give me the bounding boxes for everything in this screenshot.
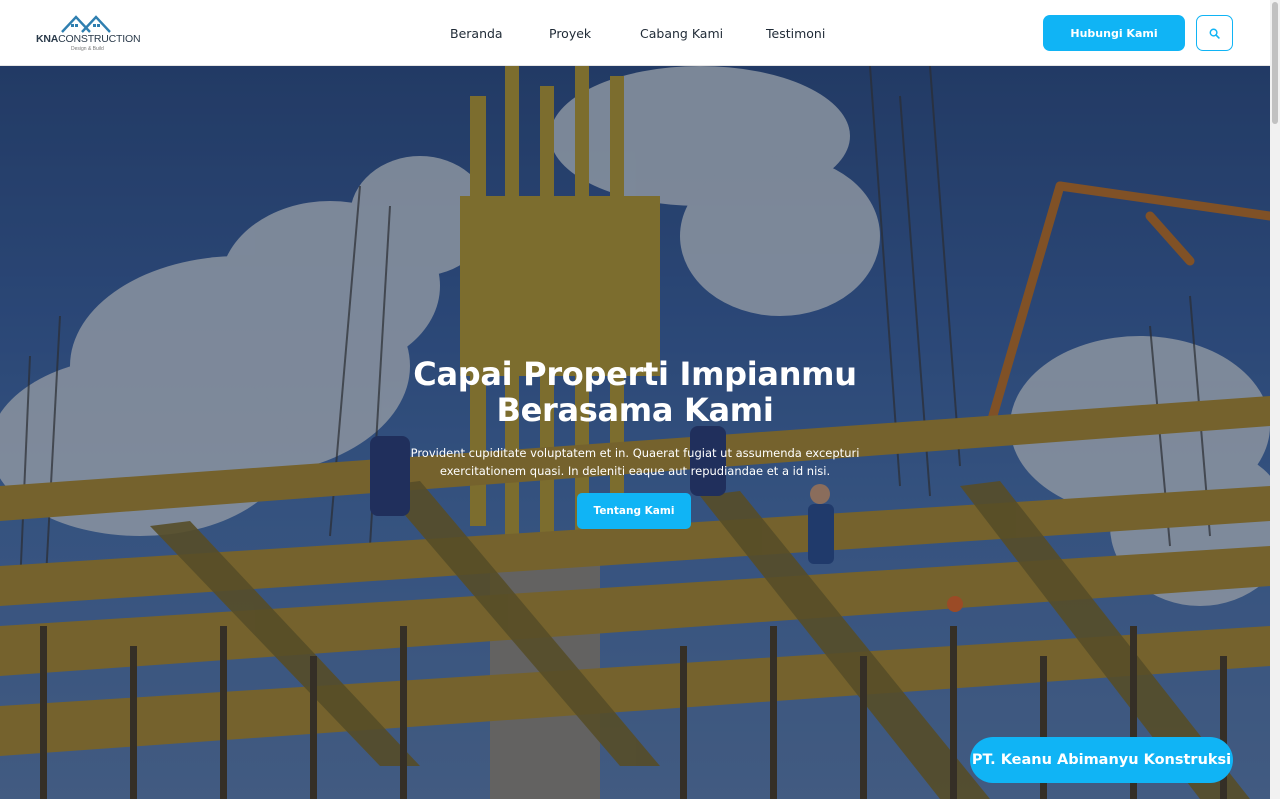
search-icon xyxy=(1209,28,1220,39)
company-name-button[interactable]: PT. Keanu Abimanyu Konstruksi xyxy=(970,737,1233,783)
nav-item-beranda[interactable]: Beranda xyxy=(450,26,503,41)
nav-item-testimoni[interactable]: Testimoni xyxy=(766,26,825,41)
hero-overlay xyxy=(0,66,1270,799)
house-roof-icon xyxy=(61,15,111,33)
hero-section: Capai Properti Impianmu Berasama Kami Pr… xyxy=(0,66,1270,799)
about-us-button[interactable]: Tentang Kami xyxy=(577,493,691,529)
hero-title-line-2: Berasama Kami xyxy=(496,391,774,429)
site-header: KNACONSTRUCTION Design & Build Beranda P… xyxy=(0,0,1270,66)
logo-name: KNA xyxy=(36,33,59,45)
hero-title: Capai Properti Impianmu Berasama Kami xyxy=(335,356,935,428)
nav-item-cabang-kami[interactable]: Cabang Kami xyxy=(640,26,723,41)
scrollbar-thumb[interactable] xyxy=(1272,2,1278,124)
contact-button[interactable]: Hubungi Kami xyxy=(1043,15,1185,51)
hero-description: Provident cupiditate voluptatem et in. Q… xyxy=(410,446,860,478)
logo-text: KNACONSTRUCTION xyxy=(36,33,141,45)
nav-item-proyek[interactable]: Proyek xyxy=(549,26,591,41)
page-scrollbar[interactable] xyxy=(1270,0,1280,799)
brand-logo[interactable]: KNACONSTRUCTION Design & Build xyxy=(36,12,146,54)
hero-title-line-1: Capai Properti Impianmu xyxy=(413,355,857,393)
logo-word: CONSTRUCTION xyxy=(58,33,141,45)
search-button[interactable] xyxy=(1196,15,1233,51)
logo-tagline: Design & Build xyxy=(71,46,104,52)
